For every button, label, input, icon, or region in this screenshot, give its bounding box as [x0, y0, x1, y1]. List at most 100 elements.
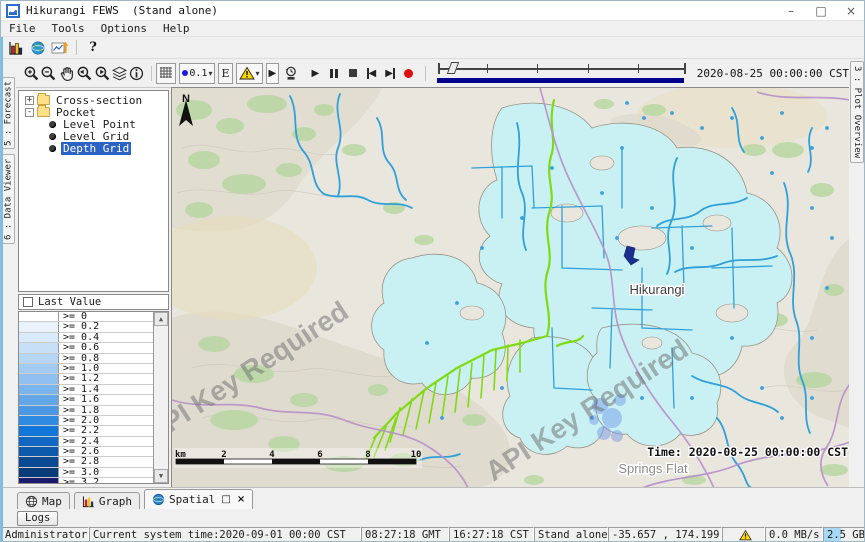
spatial-globe-icon [152, 493, 165, 506]
tree-item-depth-grid[interactable]: Depth Grid [25, 142, 168, 154]
expand-icon[interactable]: + [25, 96, 34, 105]
last-value-checkbox[interactable] [23, 297, 33, 307]
status-bandwidth: 0.0 MB/s [765, 527, 823, 542]
map-globe-icon [25, 495, 38, 508]
status-coordinates: -35.657 , 174.199 [608, 527, 722, 542]
minimize-button[interactable]: – [776, 1, 806, 20]
map-panel: API Key Required API Key Required Hikura… [171, 87, 849, 487]
status-local-time: 16:27:18 CST [449, 527, 534, 542]
left-tab-rail: 5 : Forecast 6 : Data Viewer [1, 59, 16, 487]
scale-unit: km [175, 450, 186, 460]
tree-item-cross-section[interactable]: + Cross-section [25, 94, 168, 106]
legend-color-swatch [19, 437, 59, 446]
globe-icon[interactable] [27, 38, 49, 57]
logs-row: Logs [1, 509, 865, 527]
contour-interval-dropdown[interactable]: 0.1 ▾ [179, 63, 215, 84]
legend-scrollbar[interactable]: ▲ ▼ [153, 312, 168, 483]
time-stamp-icon[interactable] [282, 63, 299, 84]
time-slider-track[interactable] [438, 68, 685, 70]
map-time-label: Time: 2020-08-25 00:00:00 CST [647, 445, 848, 459]
legend-color-swatch [19, 406, 59, 415]
node-bullet-icon [49, 133, 56, 140]
tab-maximize-icon[interactable]: □ [221, 494, 230, 505]
maximize-button[interactable]: □ [806, 1, 836, 20]
app-logo-icon [6, 4, 20, 18]
legend-color-swatch [19, 333, 59, 342]
place-label-hikurangi: Hikurangi [630, 282, 685, 297]
tree-item-pocket[interactable]: - Pocket [25, 106, 168, 118]
help-icon[interactable]: ? [82, 38, 104, 57]
legend-color-swatch [19, 354, 59, 363]
play-button[interactable]: ▶ [308, 64, 324, 82]
legend-color-swatch [19, 468, 59, 477]
next-step-button[interactable]: ▶ [382, 64, 398, 82]
warning-icon [739, 529, 752, 541]
animation-play-icon: ▶ [269, 68, 277, 79]
tab-close-icon[interactable]: × [237, 494, 245, 505]
contour-dot-icon [182, 70, 188, 76]
tab-map[interactable]: Map [17, 492, 70, 509]
time-slider[interactable] [436, 60, 688, 86]
legend-color-swatch [19, 322, 59, 331]
bottom-tab-bar: Map Graph Spatial □ × [1, 487, 865, 509]
chevron-down-icon: ▾ [208, 69, 212, 78]
legend-color-swatch [19, 426, 59, 435]
tab-plot-overview[interactable]: 3 : Plot Overview [850, 61, 864, 163]
pan-hand-icon[interactable] [58, 63, 75, 84]
current-time-display: 2020-08-25 00:00:00 CST [697, 67, 849, 80]
warning-threshold-dropdown[interactable]: ▾ [236, 63, 263, 84]
right-tab-rail: 3 : Plot Overview [849, 59, 865, 487]
legend-color-swatch [19, 374, 59, 383]
zoom-out-icon[interactable] [40, 63, 57, 84]
tab-forecast[interactable]: 5 : Forecast [2, 77, 15, 149]
menu-options[interactable]: Options [93, 22, 155, 35]
zoom-in-icon[interactable] [23, 63, 40, 84]
toolbar-separator [151, 66, 152, 81]
status-memory: 2.5 GB [823, 527, 865, 542]
grid-display-button[interactable] [156, 63, 176, 84]
tree-item-level-grid[interactable]: Level Grid [25, 130, 168, 142]
scroll-down-icon[interactable]: ▼ [154, 469, 168, 483]
zoom-previous-icon[interactable] [75, 63, 93, 84]
toolbar-separator [425, 66, 426, 81]
pause-button[interactable] [326, 64, 342, 82]
record-button[interactable] [401, 64, 417, 82]
tab-spatial[interactable]: Spatial □ × [144, 489, 253, 509]
zoom-next-icon[interactable] [93, 63, 111, 84]
main-toolbar: ? [1, 37, 865, 59]
stop-button[interactable] [345, 64, 361, 82]
tab-data-viewer[interactable]: 6 : Data Viewer [2, 154, 15, 244]
layers-icon[interactable] [111, 63, 128, 84]
tab-graph[interactable]: Graph [74, 492, 140, 509]
tree-item-level-point[interactable]: Level Point [25, 118, 168, 130]
svg-text:8: 8 [365, 450, 370, 460]
legend-color-swatch [19, 385, 59, 394]
svg-text:6: 6 [317, 450, 322, 460]
time-period-bar [437, 78, 683, 83]
data-viewer-panel: + Cross-section - Pocket Level Point Lev… [16, 87, 171, 487]
animation-button[interactable]: ▶ [266, 63, 280, 84]
menu-help[interactable]: Help [155, 22, 198, 35]
label-letter: E [221, 67, 229, 80]
legend-row: >= 3.2 [19, 478, 153, 483]
node-bullet-icon [49, 121, 56, 128]
scroll-up-icon[interactable]: ▲ [154, 312, 168, 326]
legend-color-swatch [19, 395, 59, 404]
previous-step-button[interactable]: ◀ [364, 64, 380, 82]
map-canvas[interactable]: API Key Required API Key Required Hikura… [172, 88, 849, 487]
close-button[interactable]: × [836, 1, 865, 20]
legend-color-swatch [19, 364, 59, 373]
filter-tree: + Cross-section - Pocket Level Point Lev… [18, 90, 169, 292]
info-icon[interactable] [128, 63, 145, 84]
explorer-chart-icon[interactable] [5, 38, 27, 57]
logs-button[interactable]: Logs [17, 511, 58, 526]
menu-file[interactable]: File [1, 22, 44, 35]
timeseries-display-icon[interactable] [49, 38, 71, 57]
label-toggle-button[interactable]: E [218, 63, 232, 84]
svg-text:2: 2 [221, 450, 226, 460]
collapse-icon[interactable]: - [25, 108, 34, 117]
status-warning-cell[interactable] [722, 527, 765, 542]
menu-tools[interactable]: Tools [44, 22, 93, 35]
last-value-label: Last Value [38, 296, 101, 308]
legend-table: >= 0 >= 0.2 >= 0.4 >= 0.6 >= 0.8 >= 1.0 … [18, 311, 169, 484]
